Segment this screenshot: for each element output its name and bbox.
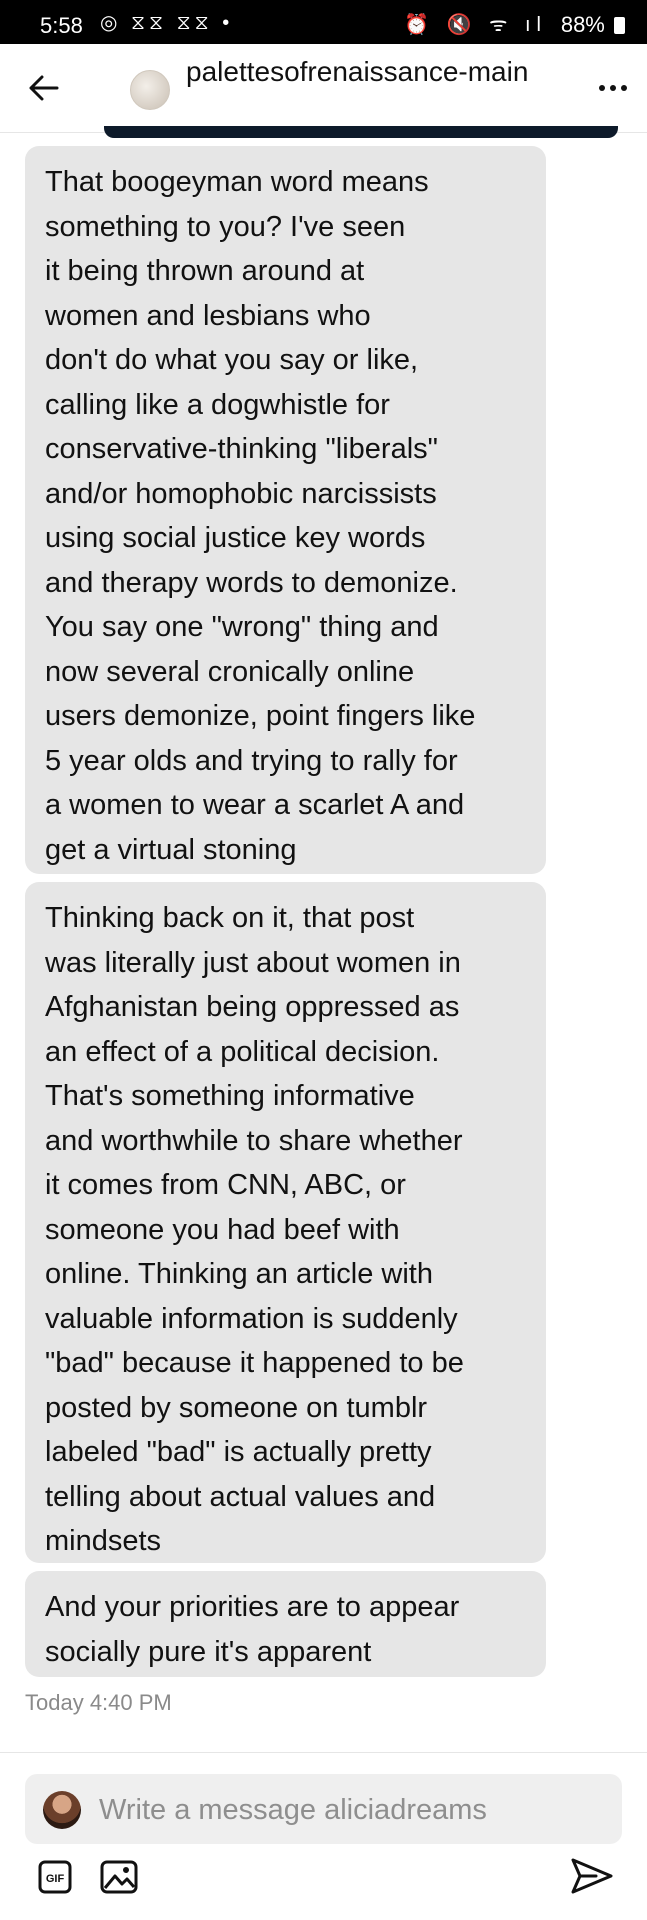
blog-avatar[interactable] xyxy=(130,70,170,110)
system-icons: ⏰ 🔇 ᯤ ıl xyxy=(404,14,547,36)
gif-button[interactable]: GIF xyxy=(38,1860,72,1894)
message-bubble: And your priorities are to appear social… xyxy=(25,1571,546,1677)
send-button[interactable] xyxy=(570,1856,614,1896)
message-composer xyxy=(25,1774,622,1844)
battery-indicator: 88% xyxy=(561,12,625,38)
battery-icon xyxy=(614,17,625,34)
more-options-button[interactable] xyxy=(593,76,633,100)
send-icon xyxy=(571,1858,613,1894)
conversation-header: palettesofrenaissance-main xyxy=(0,44,647,133)
notification-icons: ◎ ⧖⧖ ⧖⧖ • xyxy=(100,12,234,34)
blog-name[interactable]: palettesofrenaissance-main xyxy=(186,54,586,90)
shared-post-preview[interactable] xyxy=(104,126,618,138)
message-bubble: That boogeyman word means something to y… xyxy=(25,146,546,874)
divider xyxy=(0,1752,647,1753)
user-avatar xyxy=(43,1791,81,1829)
battery-percent: 88% xyxy=(560,12,605,37)
message-timestamp: Today 4:40 PM xyxy=(25,1690,172,1715)
gif-label: GIF xyxy=(46,1873,65,1885)
more-dot xyxy=(610,85,616,91)
more-dot xyxy=(621,85,627,91)
status-time: 5:58 xyxy=(40,13,83,38)
status-bar: 5:58 ◎ ⧖⧖ ⧖⧖ • ⏰ 🔇 ᯤ ıl 88% xyxy=(0,0,647,44)
message-input[interactable] xyxy=(97,1786,611,1834)
image-button[interactable] xyxy=(100,1860,138,1894)
gif-icon: GIF xyxy=(38,1860,72,1894)
image-icon xyxy=(100,1860,138,1894)
message-bubble: Thinking back on it, that post was liter… xyxy=(25,882,546,1563)
more-horizontal-icon xyxy=(599,85,605,91)
back-button[interactable] xyxy=(22,66,66,110)
arrow-left-icon xyxy=(29,75,59,101)
